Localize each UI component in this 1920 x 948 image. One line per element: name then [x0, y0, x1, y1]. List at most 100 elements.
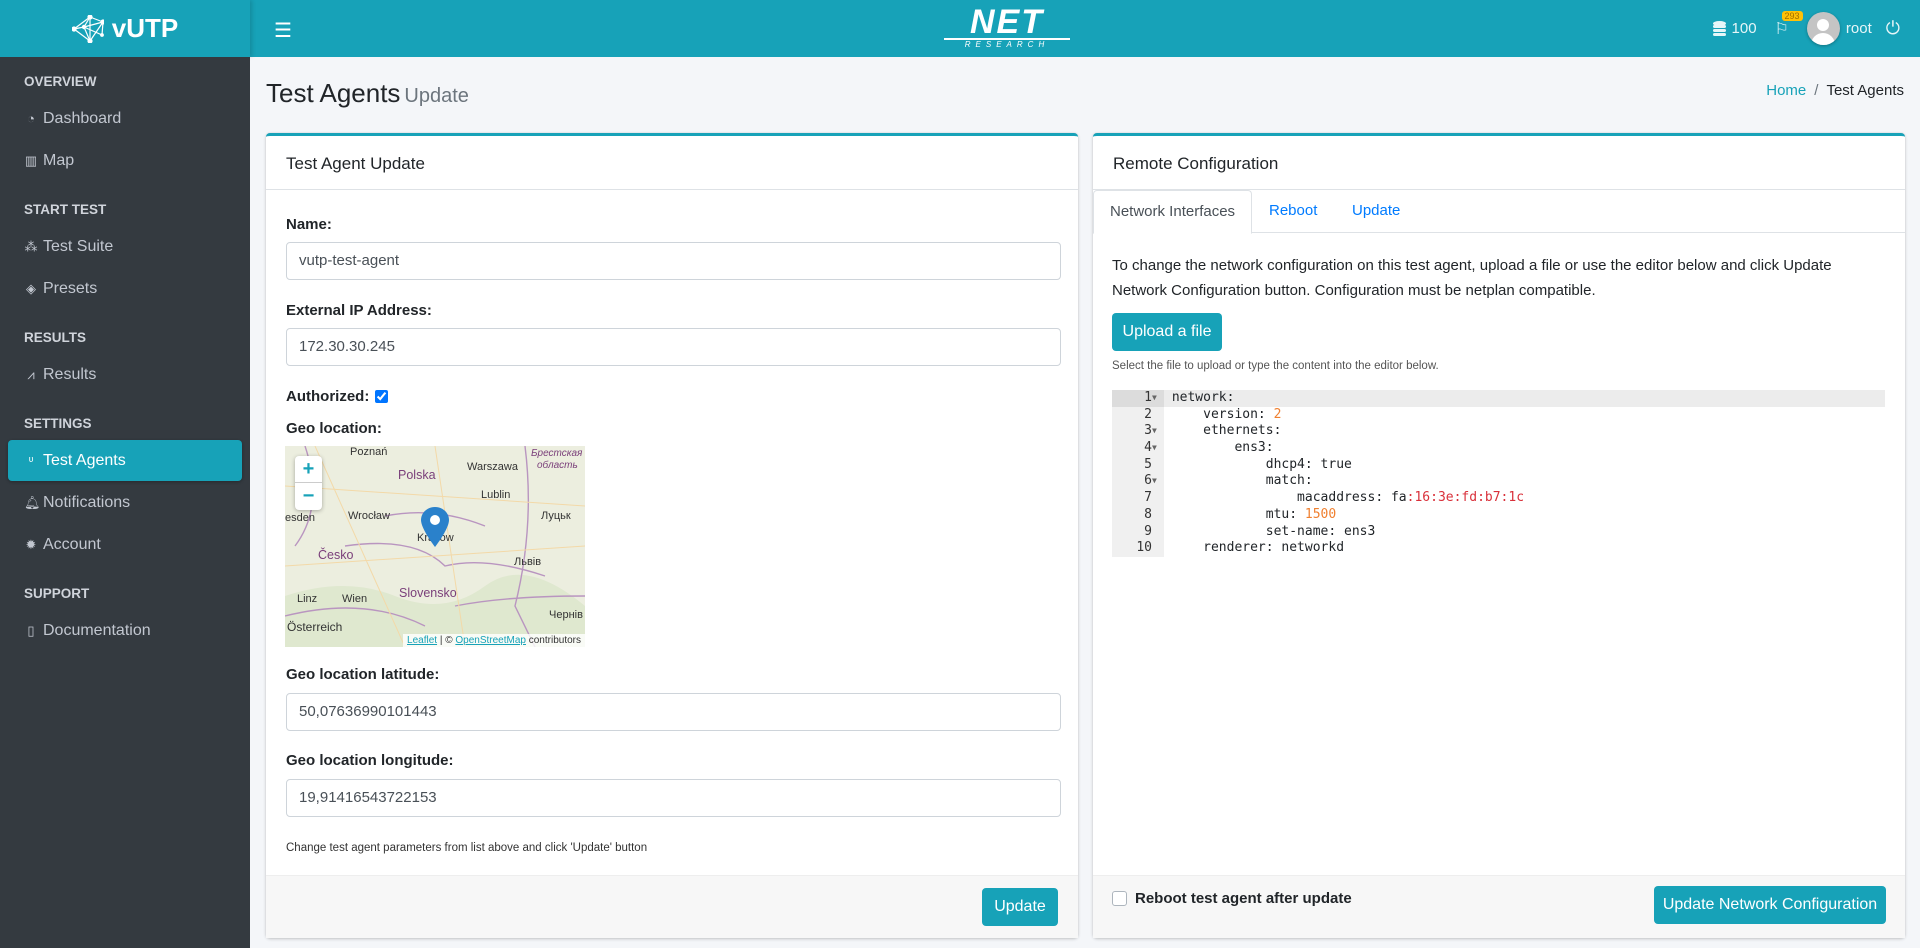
line-number: 5	[1112, 456, 1164, 474]
code-line: 7 macaddress: fa:16:3e:fd:b7:1c	[1112, 490, 1885, 507]
cog-icon: ✹	[25, 536, 37, 552]
sidebar-item-documentation[interactable]: ▯ Documentation	[8, 610, 242, 651]
code-text: macaddress: fa	[1171, 490, 1407, 506]
brand-name: vUTP	[111, 13, 179, 43]
sidebar-item-notifications[interactable]: 🔔︎ Notifications	[8, 482, 242, 523]
name-input[interactable]: vutp-test-agent	[286, 242, 1061, 280]
fold-arrow-icon[interactable]: ▼	[1152, 473, 1157, 490]
code-text: ethernets:	[1171, 423, 1282, 439]
power-icon[interactable]: ⏻	[1886, 18, 1900, 39]
map-icon: ▥	[24, 152, 38, 168]
update-network-configuration-button[interactable]: Update Network Configuration	[1654, 886, 1886, 924]
menu-toggle-icon[interactable]: ☰	[274, 18, 292, 43]
sidebar-item-label: Map	[43, 151, 75, 169]
breadcrumb: Home / Test Agents	[1766, 82, 1904, 99]
card-footer: Update	[266, 875, 1078, 938]
config-tabs: Network Interfaces Reboot Update	[1093, 190, 1905, 234]
sidebar-item-label: Notifications	[43, 493, 131, 511]
zoom-in-button[interactable]: +	[295, 456, 322, 483]
tab-network-interfaces[interactable]: Network Interfaces	[1093, 190, 1253, 234]
sidebar-item-account[interactable]: ✹ Account	[8, 524, 242, 565]
reboot-checkbox[interactable]	[1112, 891, 1127, 906]
code-value: 1500	[1304, 506, 1337, 522]
authorized-checkbox[interactable]	[375, 390, 389, 403]
stethoscope-icon: ᶹ	[28, 453, 34, 468]
chart-line-icon: ⩘	[27, 366, 35, 382]
sidebar-item-results[interactable]: ⩘ Results	[8, 354, 242, 395]
map-label: Warszawa	[467, 461, 518, 473]
sidebar-item-test-suite[interactable]: ⁂ Test Suite	[8, 226, 242, 267]
upload-file-button[interactable]: Upload a file	[1112, 313, 1222, 351]
file-icon: ▯	[27, 622, 35, 638]
line-number: 7	[1112, 490, 1164, 507]
notifications-flag[interactable]: ⚐ 293	[1775, 10, 1803, 39]
map-label: Чернів	[549, 609, 583, 621]
fold-arrow-icon[interactable]: ▼	[1152, 440, 1157, 457]
tab-reboot[interactable]: Reboot	[1253, 190, 1333, 233]
config-description: To change the network configuration on t…	[1112, 257, 1832, 299]
fold-arrow-icon[interactable]: ▼	[1152, 423, 1157, 440]
latitude-input[interactable]: 50,07636990101443	[286, 693, 1061, 731]
card-title: Remote Configuration	[1093, 136, 1905, 190]
code-text: renderer: networkd	[1171, 540, 1345, 556]
map-marker-icon[interactable]	[421, 507, 449, 547]
fold-arrow-icon[interactable]: ▼	[1152, 390, 1157, 407]
breadcrumb-separator: /	[1814, 82, 1819, 99]
user-name: root	[1845, 20, 1872, 37]
map-zoom-control: + −	[295, 456, 322, 510]
breadcrumb-current: Test Agents	[1826, 82, 1904, 99]
tab-update[interactable]: Update	[1336, 190, 1416, 233]
authorized-label: Authorized:	[286, 388, 370, 405]
leaflet-link[interactable]: Leaflet	[407, 635, 437, 646]
code-text: ens3:	[1171, 440, 1274, 456]
user-menu[interactable]: root	[1806, 12, 1872, 45]
sidebar-item-label: Test Agents	[43, 451, 126, 469]
sidebar-item-map[interactable]: ▥ Map	[8, 140, 242, 181]
line-number: 2	[1112, 406, 1164, 424]
brand-logo[interactable]: vUTP	[0, 0, 250, 57]
map-label: Wrocław	[348, 510, 390, 522]
map-label: область	[537, 460, 578, 471]
osm-link[interactable]: OpenStreetMap	[455, 635, 526, 646]
help-text: Change test agent parameters from list a…	[286, 842, 648, 854]
bell-icon: 🔔︎	[24, 494, 41, 510]
page-title-text: Test Agents	[266, 78, 401, 108]
sidebar-section-title: SUPPORT	[24, 586, 90, 601]
code-editor[interactable]: 1 ▼ network: 2 version: 2 3 ▼ ethernets: 4 ▼ e…	[1112, 390, 1885, 561]
net-research-logo: NET RESEARCH	[944, 5, 1070, 49]
map-label: Брестская	[531, 448, 583, 459]
code-line: 4 ▼ ens3:	[1112, 440, 1885, 457]
code-line: 1 ▼ network:	[1112, 390, 1885, 407]
code-line: 2 version: 2	[1112, 406, 1885, 424]
geo-label: Geo location:	[286, 420, 382, 437]
code-line: 6 ▼ match:	[1112, 473, 1885, 491]
sidebar-section-title: SETTINGS	[24, 416, 92, 431]
sidebar-item-dashboard[interactable]: ◔ Dashboard	[8, 98, 242, 139]
code-line: 9 set-name: ens3	[1112, 523, 1885, 541]
network-mesh-icon	[71, 14, 104, 43]
geo-map[interactable]: Poznań Polska Warszawa Брестская область…	[285, 446, 585, 647]
sidebar-item-label: Account	[43, 535, 101, 553]
ip-input[interactable]: 172.30.30.245	[286, 328, 1061, 366]
zoom-out-button[interactable]: −	[295, 483, 322, 510]
map-label: Česko	[318, 548, 354, 562]
database-count[interactable]: 100	[1712, 20, 1757, 37]
map-label: Linz	[297, 593, 318, 605]
sidebar-item-test-agents[interactable]: ᶹ Test Agents	[8, 440, 242, 481]
sidebar-item-presets[interactable]: ◈ Presets	[8, 268, 242, 309]
code-text: dhcp4: true	[1171, 456, 1352, 472]
sidebar-item-label: Test Suite	[43, 237, 114, 255]
code-text: mtu:	[1171, 506, 1305, 522]
map-attribution: Leaflet | © OpenStreetMap contributors	[403, 634, 585, 647]
sidebar-section-title: RESULTS	[24, 330, 87, 345]
reboot-label: Reboot test agent after update	[1135, 890, 1352, 907]
cubes-icon: ⁂	[24, 238, 38, 254]
line-number: 8	[1112, 506, 1164, 524]
page-subtitle: Update	[404, 85, 469, 107]
breadcrumb-home[interactable]: Home	[1766, 82, 1806, 99]
line-number: 10	[1112, 540, 1164, 557]
sidebar-section-title: START TEST	[24, 202, 107, 217]
longitude-input[interactable]: 19,91416543722153	[286, 779, 1061, 817]
update-button[interactable]: Update	[982, 888, 1058, 926]
code-text: set-name: ens3	[1171, 523, 1376, 539]
